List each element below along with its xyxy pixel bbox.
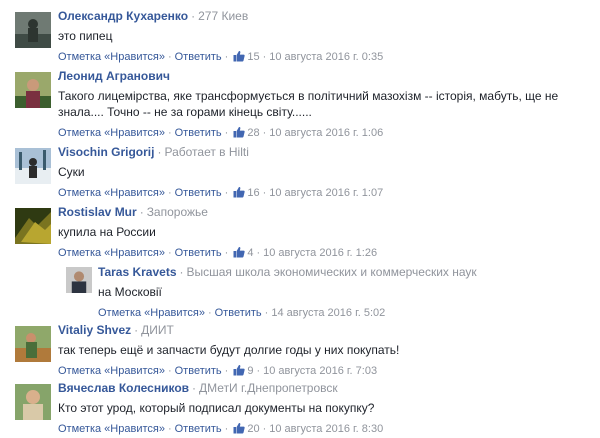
like-button[interactable]: Отметка «Нравится»: [58, 423, 165, 435]
meta-separator: ·: [192, 381, 197, 395]
like-count[interactable]: 20: [247, 423, 259, 435]
author-name[interactable]: Visochin Grigorij: [58, 145, 154, 159]
author-meta: Высшая школа экономических и коммерчески…: [186, 265, 477, 279]
avatar[interactable]: [15, 148, 51, 184]
author-meta: Запорожье: [146, 205, 208, 219]
separator: ·: [167, 423, 172, 435]
like-button[interactable]: Отметка «Нравится»: [58, 127, 165, 139]
separator: ·: [262, 187, 267, 199]
like-button[interactable]: Отметка «Нравится»: [98, 307, 205, 319]
comment-text: Такого лицемірства, яке трансформується …: [58, 89, 559, 119]
timestamp[interactable]: 10 августа 2016 г. 1:26: [263, 247, 377, 259]
separator: ·: [224, 127, 229, 139]
thumbs-up-icon[interactable]: [233, 186, 245, 198]
comment-text: Кто этот урод, который подписал документ…: [58, 401, 375, 415]
reply-button[interactable]: Ответить: [175, 247, 222, 259]
timestamp[interactable]: 10 августа 2016 г. 0:35: [269, 51, 383, 63]
separator: ·: [167, 247, 172, 259]
author-meta: 277 Киев: [198, 9, 249, 23]
comment-text: купила на России: [58, 225, 156, 239]
separator: ·: [224, 187, 229, 199]
separator: ·: [224, 423, 229, 435]
meta-separator: ·: [139, 205, 144, 219]
separator: ·: [262, 51, 267, 63]
timestamp[interactable]: 10 августа 2016 г. 1:06: [269, 127, 383, 139]
separator: ·: [224, 365, 229, 377]
separator: ·: [256, 247, 261, 259]
avatar[interactable]: [15, 384, 51, 420]
author-name[interactable]: Вячеслав Колесников: [58, 381, 189, 395]
like-count[interactable]: 28: [247, 127, 259, 139]
author-name[interactable]: Леонид Агранович: [58, 69, 170, 83]
separator: ·: [264, 307, 269, 319]
timestamp[interactable]: 10 августа 2016 г. 7:03: [263, 365, 377, 377]
separator: ·: [224, 51, 229, 63]
author-meta: ДМетИ г.Днепропетровск: [199, 381, 338, 395]
author-meta: Работает в Hilti: [164, 145, 249, 159]
timestamp[interactable]: 10 августа 2016 г. 1:07: [269, 187, 383, 199]
separator: ·: [167, 365, 172, 377]
author-name[interactable]: Rostislav Mur: [58, 205, 137, 219]
comment-text: Суки: [58, 165, 85, 179]
avatar[interactable]: [15, 12, 51, 48]
avatar[interactable]: [15, 72, 51, 108]
like-button[interactable]: Отметка «Нравится»: [58, 51, 165, 63]
like-button[interactable]: Отметка «Нравится»: [58, 187, 165, 199]
thumbs-up-icon[interactable]: [233, 126, 245, 138]
comment-text: на Московії: [98, 285, 162, 299]
like-button[interactable]: Отметка «Нравится»: [58, 365, 165, 377]
reply-button[interactable]: Ответить: [175, 365, 222, 377]
separator: ·: [167, 127, 172, 139]
separator: ·: [256, 365, 261, 377]
thumbs-up-icon[interactable]: [233, 422, 245, 434]
avatar[interactable]: [15, 208, 51, 244]
timestamp[interactable]: 10 августа 2016 г. 8:30: [269, 423, 383, 435]
separator: ·: [262, 127, 267, 139]
thumbs-up-icon[interactable]: [233, 246, 245, 258]
like-count[interactable]: 16: [247, 187, 259, 199]
meta-separator: ·: [157, 145, 162, 159]
comment-text: это пипец: [58, 29, 113, 43]
avatar[interactable]: [66, 267, 92, 293]
like-count[interactable]: 15: [247, 51, 259, 63]
author-name[interactable]: Vitaliy Shvez: [58, 323, 131, 337]
avatar[interactable]: [15, 326, 51, 362]
separator: ·: [207, 307, 212, 319]
separator: ·: [167, 51, 172, 63]
author-name[interactable]: Олександр Кухаренко: [58, 9, 188, 23]
reply-button[interactable]: Ответить: [175, 51, 222, 63]
thumbs-up-icon[interactable]: [233, 50, 245, 62]
meta-separator: ·: [191, 9, 196, 23]
author-name[interactable]: Taras Kravets: [98, 265, 177, 279]
reply-button[interactable]: Ответить: [175, 423, 222, 435]
meta-separator: ·: [134, 323, 139, 337]
separator: ·: [224, 247, 229, 259]
separator: ·: [262, 423, 267, 435]
author-meta: ДИИТ: [141, 323, 174, 337]
reply-button[interactable]: Ответить: [175, 187, 222, 199]
thumbs-up-icon[interactable]: [233, 364, 245, 376]
like-button[interactable]: Отметка «Нравится»: [58, 247, 165, 259]
timestamp[interactable]: 14 августа 2016 г. 5:02: [271, 307, 385, 319]
separator: ·: [167, 187, 172, 199]
reply-button[interactable]: Ответить: [175, 127, 222, 139]
comment-text: так теперь ещё и запчасти будут долгие г…: [58, 343, 400, 357]
meta-separator: ·: [179, 265, 184, 279]
reply-button[interactable]: Ответить: [215, 307, 262, 319]
